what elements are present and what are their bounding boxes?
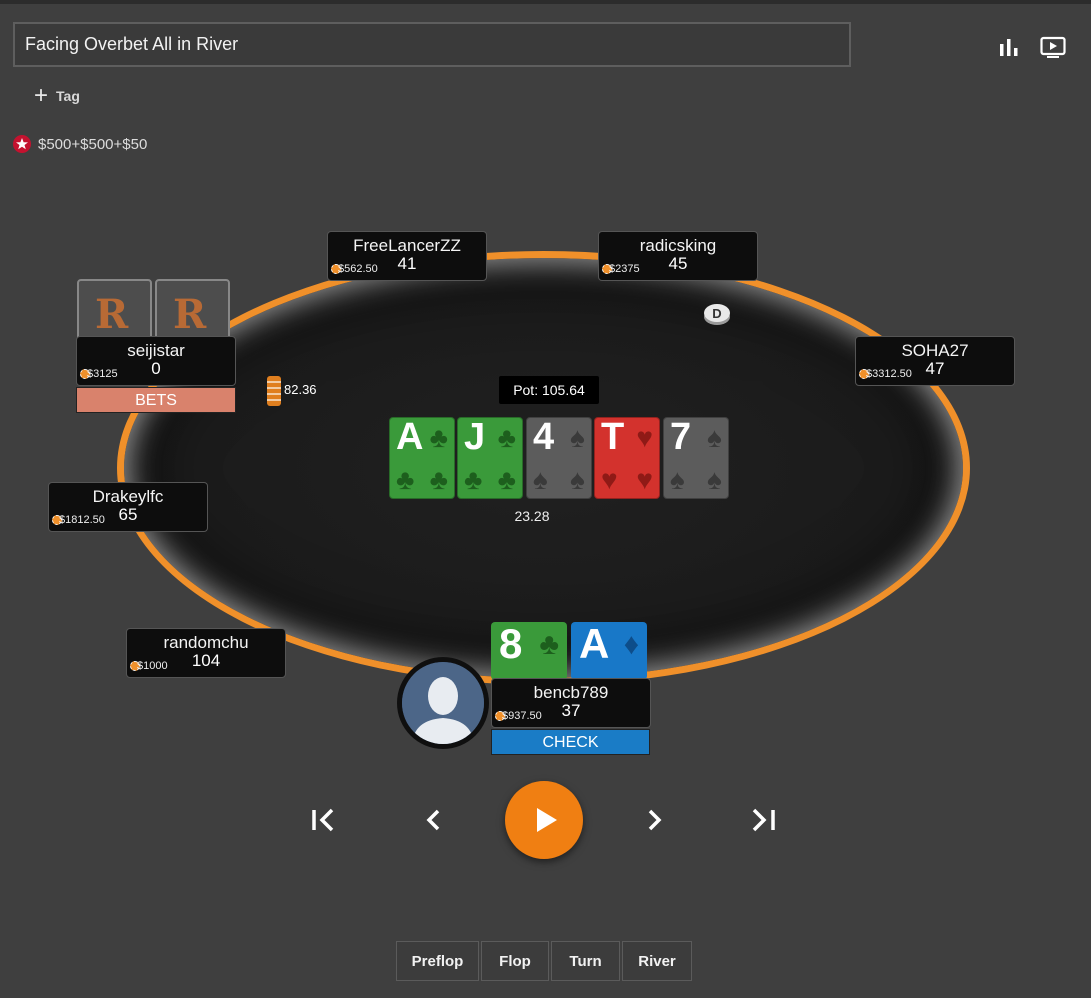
tab-turn[interactable]: Turn <box>551 941 620 981</box>
plus-icon: + <box>34 82 49 109</box>
board-card-2: J ♣ ♣ ♣ <box>457 416 523 499</box>
next-icon[interactable] <box>634 800 674 840</box>
clubs-icon: ♣ <box>497 464 516 495</box>
card-rank: J <box>464 416 486 458</box>
stakes-text: $500+$500+$50 <box>38 135 148 153</box>
spades-icon: ♠ <box>570 422 585 453</box>
hearts-icon: ♥ <box>601 464 618 495</box>
player-bb: 47 <box>925 359 945 378</box>
player-name: bencb789 <box>533 683 609 702</box>
stakes-info: $500+$500+$50 <box>12 134 147 154</box>
card-rank: 7 <box>670 416 692 458</box>
spades-icon: ♠ <box>707 422 722 453</box>
player-name: radicsking <box>639 236 717 255</box>
clubs-icon: ♣ <box>497 422 516 453</box>
player-seat-randomchu[interactable]: randomchu $1000 104 <box>126 628 286 678</box>
player-bb: 41 <box>397 254 417 273</box>
board-card-4: T ♥ ♥ ♥ <box>594 416 660 499</box>
player-bb: 37 <box>561 701 581 720</box>
tab-preflop[interactable]: Preflop <box>396 941 479 981</box>
user-silhouette-icon <box>402 662 484 744</box>
hero-card-1: 8 ♣ <box>491 622 567 680</box>
player-bb: 65 <box>118 505 138 524</box>
player-name: randomchu <box>163 633 249 652</box>
hero-card-2: A ♦ <box>571 622 647 680</box>
play-button[interactable] <box>505 781 583 859</box>
hearts-icon: ♥ <box>636 464 653 495</box>
player-name: FreeLancerZZ <box>353 236 461 255</box>
hearts-icon: ♥ <box>636 422 653 453</box>
street-tabs: Preflop Flop Turn River <box>396 941 694 981</box>
svg-text:D: D <box>712 306 721 321</box>
pot-label: Pot: 105.64 <box>499 376 599 404</box>
board-card-3: 4 ♠ ♠ ♠ <box>526 416 592 499</box>
board-card-5: 7 ♠ ♠ ♠ <box>663 416 729 499</box>
player-seat-freelancerzz[interactable]: FreeLancerZZ $562.50 41 <box>327 231 487 281</box>
tab-flop[interactable]: Flop <box>481 941 549 981</box>
clubs-icon: ♣ <box>396 464 415 495</box>
hand-title: Facing Overbet All in River <box>25 34 239 54</box>
player-name: seijistar <box>127 341 185 360</box>
play-icon <box>537 808 557 832</box>
player-bb: 45 <box>668 254 688 273</box>
tag-label: Tag <box>56 88 80 104</box>
diamonds-icon: ♦ <box>623 628 639 661</box>
card-rank: T <box>601 416 625 458</box>
chip-stack-icon <box>267 376 281 406</box>
board-card-1: A ♣ ♣ ♣ <box>389 416 455 499</box>
clubs-icon: ♣ <box>464 464 483 495</box>
spades-icon: ♠ <box>570 464 585 495</box>
clubs-icon: ♣ <box>429 422 448 453</box>
tab-river[interactable]: River <box>622 941 692 981</box>
player-bb: 0 <box>151 359 161 378</box>
player-seat-seijistar[interactable]: seijistar $3125 0 <box>76 336 236 386</box>
dealer-button-icon: D <box>704 304 730 325</box>
prev-icon[interactable] <box>414 800 454 840</box>
add-tag-button[interactable]: + Tag <box>34 82 80 109</box>
action-badge-check: CHECK <box>491 729 650 755</box>
pokerstars-star-icon <box>13 135 31 153</box>
player-name: Drakeylfc <box>92 487 164 506</box>
player-seat-soha27[interactable]: SOHA27 $3312.50 47 <box>855 336 1015 386</box>
spades-icon: ♠ <box>533 464 548 495</box>
spades-icon: ♠ <box>707 464 722 495</box>
card-rank: A <box>396 416 424 458</box>
player-seat-radicsking[interactable]: radicsking $2375 45 <box>598 231 758 281</box>
card-back-logo: R <box>173 291 207 338</box>
villain-card-back: R <box>77 279 152 341</box>
card-rank: 8 <box>499 622 523 667</box>
first-icon[interactable] <box>304 800 344 840</box>
spades-icon: ♠ <box>670 464 685 495</box>
action-badge-bets: BETS <box>76 387 236 413</box>
player-bb: 104 <box>191 651 221 670</box>
card-rank: A <box>579 622 610 667</box>
top-strip <box>0 0 1091 4</box>
villain-card-back: R <box>155 279 230 341</box>
player-seat-drakeylfc[interactable]: Drakeylfc $1812.50 65 <box>48 482 208 532</box>
bet-amount: 82.36 <box>284 382 317 397</box>
hero-avatar <box>397 657 489 749</box>
clubs-icon: ♣ <box>539 628 559 661</box>
player-name: SOHA27 <box>901 341 969 360</box>
play-screen-icon[interactable] <box>1040 34 1066 60</box>
last-icon[interactable] <box>744 800 784 840</box>
player-seat-bencb789[interactable]: bencb789 $937.50 37 <box>491 678 651 728</box>
hand-title-input[interactable]: Facing Overbet All in River <box>13 22 851 67</box>
effective-stack: 23.28 <box>514 508 550 524</box>
card-back-logo: R <box>95 291 129 338</box>
bar-chart-icon[interactable] <box>996 34 1022 60</box>
clubs-icon: ♣ <box>429 464 448 495</box>
card-rank: 4 <box>533 416 555 458</box>
